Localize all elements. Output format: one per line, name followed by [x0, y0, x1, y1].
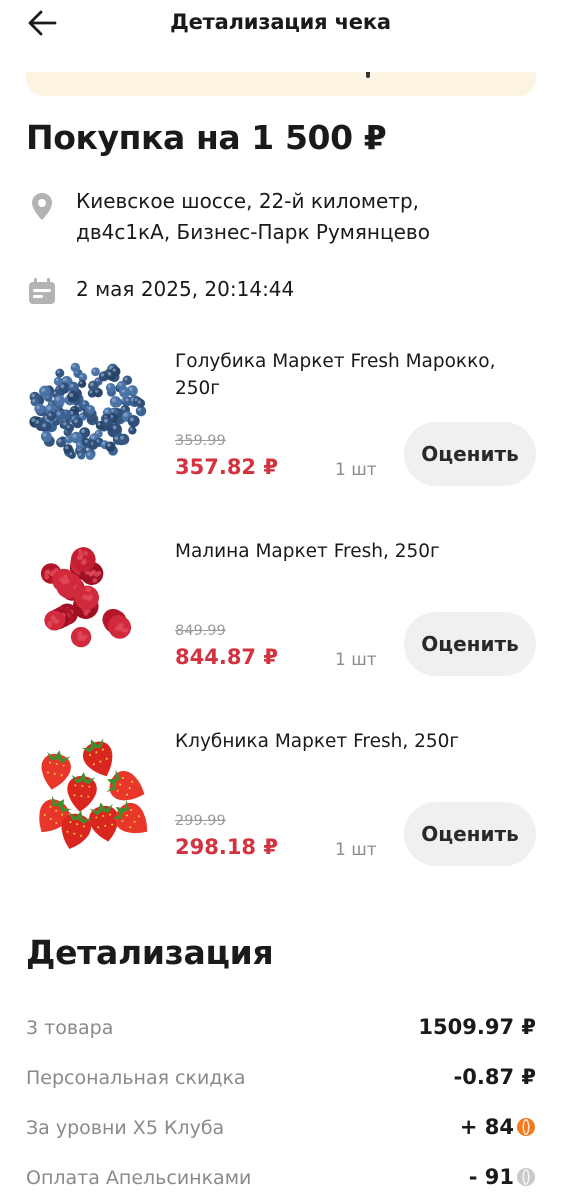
detail-row-club-bonus: За уровни Х5 Клуба + 84 [26, 1115, 536, 1147]
purchase-total-title: Покупка на 1 500 ₽ [26, 118, 387, 157]
product-quantity: 1 шт [335, 460, 377, 480]
detail-value: + 84 [460, 1115, 536, 1139]
receipt-details-screen: Детализация чека Покупка на 1 500 ₽ Киев… [0, 0, 561, 1200]
banner-text-fragment [366, 72, 370, 78]
detail-value: 1509.97 ₽ [418, 1015, 536, 1039]
detail-value-text: + 84 [459, 1115, 514, 1139]
product-price: 844.87 ₽ [175, 645, 278, 669]
product-price: 357.82 ₽ [175, 455, 278, 479]
detail-value: - 91 [469, 1165, 536, 1189]
detail-value-text: - 91 [468, 1165, 514, 1189]
detail-row-discount: Персональная скидка -0.87 ₽ [26, 1065, 536, 1097]
detail-label: 3 товара [26, 1017, 114, 1039]
product-quantity: 1 шт [335, 650, 377, 670]
detail-row-items: 3 товара 1509.97 ₽ [26, 1015, 536, 1047]
detail-value: -0.87 ₽ [454, 1065, 536, 1089]
details-section-title: Детализация [26, 933, 274, 972]
product-quantity: 1 шт [335, 840, 377, 860]
grey-coin-icon [517, 1168, 535, 1186]
product-name: Клубника Маркет Fresh, 250г [175, 731, 460, 752]
detail-label: Персональная скидка [26, 1067, 246, 1089]
product-old-price: 299.99 [175, 813, 226, 829]
detail-label: За уровни Х5 Клуба [26, 1117, 225, 1139]
app-header: Детализация чека [0, 0, 561, 50]
rate-button[interactable]: Оценить [404, 422, 536, 486]
purchase-datetime: 2 мая 2025, 20:14:44 [76, 277, 295, 301]
product-old-price: 359.99 [175, 433, 226, 449]
detail-value-text: -0.87 ₽ [453, 1065, 536, 1089]
calendar-icon [29, 278, 55, 304]
location-pin-icon [32, 193, 52, 220]
detail-value-text: 1509.97 ₽ [418, 1015, 536, 1039]
product-name: Малина Маркет Fresh, 250г [175, 541, 440, 562]
blueberries-image [29, 362, 147, 460]
product-name: Голубика Маркет Fresh Марокко, 250г [175, 351, 496, 399]
page-title: Детализация чека [170, 10, 391, 34]
product-item[interactable]: Голубика Маркет Fresh Марокко, 250г 359.… [0, 340, 561, 500]
info-banner[interactable] [26, 72, 536, 96]
store-address-row: Киевское шоссе, 22-й километр, дв4с1кА, … [26, 186, 536, 250]
rate-button[interactable]: Оценить [404, 802, 536, 866]
product-item[interactable]: Клубника Маркет Fresh, 250г 299.99 298.1… [0, 720, 561, 880]
rate-button[interactable]: Оценить [404, 612, 536, 676]
orange-coin-icon [517, 1118, 535, 1136]
product-item[interactable]: Малина Маркет Fresh, 250г 849.99 844.87 … [0, 530, 561, 690]
store-address: Киевское шоссе, 22-й километр, дв4с1кА, … [76, 189, 430, 244]
product-old-price: 849.99 [175, 623, 226, 639]
strawberries-image [39, 738, 148, 850]
raspberries-image [40, 547, 132, 648]
product-price: 298.18 ₽ [175, 835, 278, 859]
detail-label: Оплата Апельсинками [26, 1167, 252, 1189]
detail-row-payment-oranges: Оплата Апельсинками - 91 [26, 1165, 536, 1197]
purchase-date-row: 2 мая 2025, 20:14:44 [26, 274, 536, 310]
